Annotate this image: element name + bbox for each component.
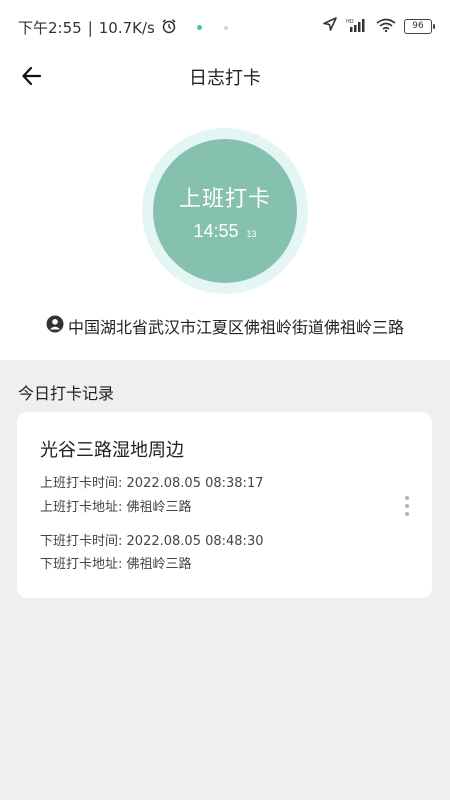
off-time-value: 2022.08.05 08:48:30: [126, 534, 264, 549]
page-title: 日志打卡: [189, 68, 261, 89]
clock-in-time: 14:55 13: [153, 221, 297, 242]
status-speed: 10.7K/s: [98, 18, 155, 37]
on-time-row: 上班打卡时间: 2022.08.05 08:38:17: [40, 472, 263, 491]
status-left: 下午2:55 | 10.7K/s: [18, 17, 228, 38]
notification-dot-icon: [223, 25, 228, 30]
more-vertical-icon: [405, 496, 409, 500]
records-section-title: 今日打卡记录: [18, 384, 115, 403]
status-separator: |: [87, 18, 93, 37]
current-location: 中国湖北省武汉市江夏区佛祖岭街道佛祖岭三路: [0, 314, 450, 338]
alarm-icon: [161, 18, 177, 38]
status-time: 下午2:55: [18, 19, 82, 37]
off-address-value: 佛祖岭三路: [126, 557, 192, 572]
off-time-label: 下班打卡时间:: [40, 534, 123, 549]
record-card: 光谷三路湿地周边 上班打卡时间: 2022.08.05 08:38:17 上班打…: [17, 412, 432, 598]
wifi-icon: [376, 17, 396, 36]
more-vertical-icon: [405, 504, 409, 508]
off-address-label: 下班打卡地址:: [40, 557, 123, 572]
svg-text:HD: HD: [346, 19, 354, 25]
status-right: HD 96: [322, 16, 435, 36]
clock-in-time-main: 14:55: [193, 221, 239, 241]
on-address-row: 上班打卡地址: 佛祖岭三路: [40, 496, 192, 515]
signal-icon: HD: [346, 17, 368, 36]
location-arrow-icon: [322, 16, 338, 36]
location-text: 中国湖北省武汉市江夏区佛祖岭街道佛祖岭三路: [67, 318, 404, 337]
on-time-label: 上班打卡时间:: [40, 476, 123, 491]
on-time-value: 2022.08.05 08:38:17: [126, 476, 264, 491]
record-place: 光谷三路湿地周边: [40, 440, 184, 461]
clock-in-seconds: 13: [246, 229, 257, 239]
app-header: 日志打卡: [0, 56, 450, 96]
battery-icon: 96: [404, 18, 435, 34]
more-options-button[interactable]: [402, 496, 412, 516]
more-vertical-icon: [405, 512, 409, 516]
user-location-icon: [46, 315, 64, 337]
clock-in-button[interactable]: 上班打卡 14:55 13: [153, 139, 297, 283]
clock-in-label: 上班打卡: [178, 186, 271, 211]
on-address-label: 上班打卡地址:: [40, 500, 123, 515]
status-bar: 下午2:55 | 10.7K/s HD 96: [0, 0, 450, 56]
off-address-row: 下班打卡地址: 佛祖岭三路: [40, 553, 192, 572]
battery-level: 96: [412, 21, 424, 31]
off-time-row: 下班打卡时间: 2022.08.05 08:48:30: [40, 530, 263, 549]
on-address-value: 佛祖岭三路: [126, 500, 192, 515]
notification-dot-icon: [196, 25, 202, 30]
